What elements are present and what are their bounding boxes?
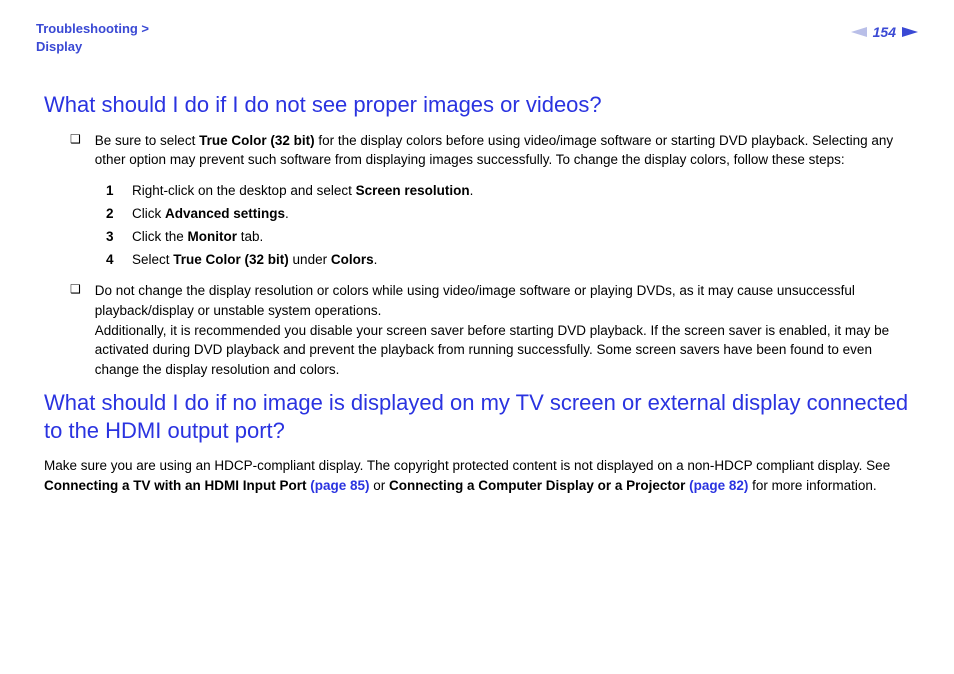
text-bold: Connecting a TV with an HDMI Input Port … — [44, 478, 370, 493]
step-number: 3 — [106, 226, 120, 249]
content-area: What should I do if I do not see proper … — [36, 91, 918, 495]
text: under — [289, 252, 331, 267]
text: Select — [132, 252, 173, 267]
list-item: ❑ Do not change the display resolution o… — [70, 281, 910, 379]
step-item: 3 Click the Monitor tab. — [106, 226, 910, 249]
text: tab. — [237, 229, 263, 244]
text: or — [370, 478, 390, 493]
step-text: Select True Color (32 bit) under Colors. — [132, 249, 910, 272]
step-item: 1 Right-click on the desktop and select … — [106, 180, 910, 203]
text: for more information. — [748, 478, 876, 493]
text-bold: Colors — [331, 252, 374, 267]
ordered-steps: 1 Right-click on the desktop and select … — [106, 180, 910, 272]
step-number: 1 — [106, 180, 120, 203]
step-item: 2 Click Advanced settings. — [106, 203, 910, 226]
page-reference-link[interactable]: (page 82) — [689, 478, 748, 493]
text: Click — [132, 206, 165, 221]
step-text: Click Advanced settings. — [132, 203, 910, 226]
text-bold: Advanced settings — [165, 206, 285, 221]
bullet-icon: ❑ — [70, 131, 81, 170]
section-heading-2: What should I do if no image is displaye… — [44, 389, 910, 444]
step-item: 4 Select True Color (32 bit) under Color… — [106, 249, 910, 272]
text: Click the — [132, 229, 188, 244]
text-bold: Connecting a Computer Display or a Proje… — [389, 478, 748, 493]
text: . — [470, 183, 474, 198]
text: Do not change the display resolution or … — [95, 283, 855, 318]
section-heading-1: What should I do if I do not see proper … — [44, 91, 910, 119]
text: . — [374, 252, 378, 267]
text-bold: Monitor — [188, 229, 238, 244]
prev-page-arrow-icon[interactable] — [851, 27, 867, 37]
bullet-text: Do not change the display resolution or … — [95, 281, 910, 379]
text: Be sure to select — [95, 133, 199, 148]
text: Make sure you are using an HDCP-complian… — [44, 458, 890, 473]
text: Right-click on the desktop and select — [132, 183, 356, 198]
text-bold: True Color (32 bit) — [199, 133, 315, 148]
step-number: 4 — [106, 249, 120, 272]
text: . — [285, 206, 289, 221]
text-bold: True Color (32 bit) — [173, 252, 289, 267]
page-header: Troubleshooting > Display 154 — [36, 20, 918, 55]
bullet-text: Be sure to select True Color (32 bit) fo… — [95, 131, 910, 170]
list-item: ❑ Be sure to select True Color (32 bit) … — [70, 131, 910, 170]
page-number: 154 — [873, 24, 896, 40]
bullet-icon: ❑ — [70, 281, 81, 379]
step-text: Click the Monitor tab. — [132, 226, 910, 249]
next-page-arrow-icon[interactable] — [902, 27, 918, 37]
body-paragraph: Make sure you are using an HDCP-complian… — [44, 456, 910, 495]
text: Connecting a TV with an HDMI Input Port — [44, 478, 310, 493]
text: Connecting a Computer Display or a Proje… — [389, 478, 689, 493]
breadcrumb-line-2: Display — [36, 38, 149, 56]
step-number: 2 — [106, 203, 120, 226]
bullet-list-1: ❑ Be sure to select True Color (32 bit) … — [44, 131, 910, 380]
step-text: Right-click on the desktop and select Sc… — [132, 180, 910, 203]
breadcrumb-line-1: Troubleshooting > — [36, 20, 149, 38]
page-reference-link[interactable]: (page 85) — [310, 478, 369, 493]
text-bold: Screen resolution — [356, 183, 470, 198]
breadcrumb: Troubleshooting > Display — [36, 20, 149, 55]
page-number-nav: 154 — [851, 24, 918, 40]
text: Additionally, it is recommended you disa… — [95, 323, 889, 377]
